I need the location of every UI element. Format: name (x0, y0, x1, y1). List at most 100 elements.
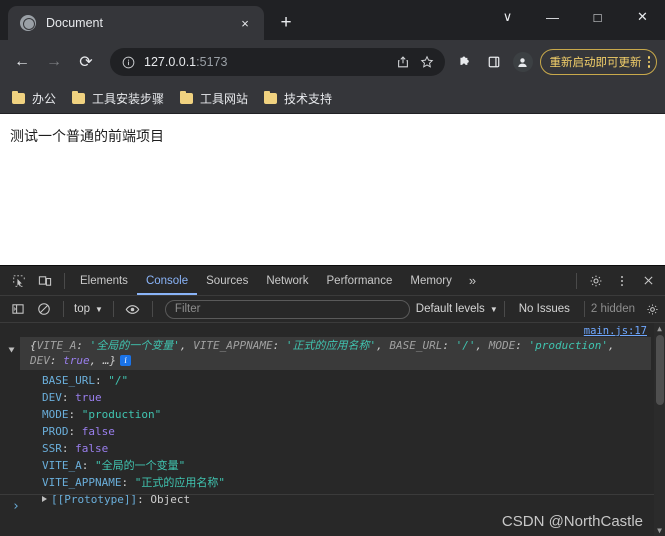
console-scrollbar[interactable]: ▲ ▼ (654, 323, 665, 536)
chevron-down-icon[interactable]: ∨ (485, 0, 530, 34)
property-row[interactable]: DEV: true (42, 389, 665, 406)
property-name: VITE_APPNAME (42, 476, 122, 489)
maximize-icon[interactable]: □ (575, 0, 620, 34)
info-badge-icon[interactable]: i (120, 355, 132, 366)
property-name: BASE_URL (42, 374, 95, 387)
scroll-up-icon[interactable]: ▲ (657, 323, 662, 334)
property-row[interactable]: VITE_APPNAME: "正式的应用名称" (42, 474, 665, 491)
person-icon[interactable] (512, 52, 533, 72)
preview-key: DEV (30, 354, 50, 367)
new-tab-button[interactable]: + (272, 9, 300, 37)
bookmark-label: 工具安装步骤 (92, 92, 165, 106)
close-icon[interactable]: × (236, 14, 254, 32)
divider (583, 301, 585, 317)
divider (151, 301, 153, 317)
property-value: "正式的应用名称" (134, 476, 225, 489)
browser-tab[interactable]: Document × (8, 6, 264, 40)
update-button-label: 重新启动即可更新 (549, 57, 642, 69)
chevron-down-icon[interactable] (8, 347, 15, 353)
scrollbar-thumb[interactable] (655, 335, 664, 405)
gear-icon[interactable] (583, 269, 609, 293)
star-icon[interactable] (415, 50, 439, 74)
window-close-icon[interactable]: ✕ (620, 0, 665, 34)
device-toggle-icon[interactable] (32, 269, 58, 293)
console-output[interactable]: main.js:17 {VITE_A: '全局的一个变量', VITE_APPN… (0, 323, 665, 536)
execution-context-select[interactable]: top ▼ (70, 303, 107, 315)
bookmark-label: 技术支持 (284, 92, 333, 106)
folder-icon (264, 90, 278, 104)
chevron-right-icon[interactable] (42, 496, 47, 502)
tab-sources[interactable]: Sources (197, 266, 257, 295)
log-levels-value: Default levels (415, 303, 485, 315)
close-icon[interactable] (635, 269, 661, 293)
tab-network[interactable]: Network (257, 266, 317, 295)
share-icon[interactable] (391, 50, 415, 74)
property-value: false (75, 442, 109, 455)
issues-status[interactable]: No Issues (511, 303, 578, 315)
hidden-messages-count: 2 hidden (590, 303, 635, 315)
bookmark-item[interactable]: 工具网站 (180, 90, 248, 107)
console-sidebar-icon[interactable] (5, 297, 31, 321)
info-circle-icon[interactable] (120, 54, 136, 70)
preview-ellipsis: … (102, 354, 110, 367)
property-name: DEV (42, 391, 62, 404)
browser-window: Document × + ∨ — □ ✕ ← → ⟳ 127.0.0.1:517… (0, 0, 665, 265)
preview-close-brace: } (109, 354, 117, 367)
inspect-cursor-icon[interactable] (6, 269, 32, 293)
gear-icon[interactable] (639, 297, 665, 321)
source-link[interactable]: main.js:17 (584, 325, 647, 337)
tab-performance[interactable]: Performance (318, 266, 402, 295)
more-tabs-icon[interactable]: » (461, 273, 484, 288)
console-object-preview[interactable]: {VITE_A: '全局的一个变量', VITE_APPNAME: '正式的应用… (8, 337, 651, 370)
back-icon[interactable]: ← (8, 48, 36, 76)
bookmark-item[interactable]: 技术支持 (264, 90, 332, 107)
property-row[interactable]: VITE_A: "全局的一个变量" (42, 457, 665, 474)
minimize-icon[interactable]: — (530, 0, 575, 34)
property-row[interactable]: BASE_URL: "/" (42, 372, 665, 389)
devtools-tabbar-actions (570, 269, 665, 293)
scroll-down-icon[interactable]: ▼ (657, 525, 662, 536)
divider (576, 272, 577, 289)
property-row[interactable]: SSR: false (42, 440, 665, 457)
forward-icon[interactable]: → (40, 48, 68, 76)
url-text: 127.0.0.1:5173 (144, 55, 391, 69)
log-levels-select[interactable]: Default levels ▼ (416, 303, 498, 315)
tab-memory[interactable]: Memory (401, 266, 461, 295)
side-panel-icon[interactable] (481, 49, 507, 75)
folder-icon (12, 90, 25, 104)
tab-elements[interactable]: Elements (71, 266, 137, 295)
bookmark-label: 办公 (32, 92, 57, 106)
console-prompt[interactable]: › (12, 499, 20, 514)
address-bar[interactable]: 127.0.0.1:5173 (110, 48, 445, 76)
tab-title: Document (46, 16, 103, 30)
folder-icon (180, 90, 194, 104)
filter-input[interactable] (164, 299, 410, 319)
more-vertical-icon[interactable] (609, 269, 635, 293)
bookmark-label: 工具网站 (200, 92, 249, 106)
property-name: VITE_A (42, 459, 82, 472)
divider (112, 301, 114, 317)
tab-console[interactable]: Console (137, 266, 197, 295)
property-row[interactable]: MODE: "production" (42, 406, 665, 423)
property-value: "/" (108, 374, 129, 387)
preview-value: '全局的一个变量' (89, 339, 180, 352)
bookmark-item[interactable]: 办公 (12, 90, 56, 107)
property-name: MODE (42, 408, 69, 421)
live-expression-icon[interactable] (120, 297, 146, 321)
tab-strip: Document × + ∨ — □ ✕ (0, 0, 665, 40)
property-value: "production" (81, 408, 162, 421)
update-button[interactable]: 重新启动即可更新 (539, 49, 657, 75)
devtools-panel: Elements Console Sources Network Perform… (0, 265, 665, 536)
execution-context-value: top (74, 303, 90, 315)
reload-icon[interactable]: ⟳ (72, 48, 100, 76)
bookmark-item[interactable]: 工具安装步骤 (72, 90, 164, 107)
preview-key: MODE (488, 339, 516, 352)
property-row[interactable]: PROD: false (42, 423, 665, 440)
console-filter-bar: top ▼ Default levels ▼ No Issues 2 hidde… (0, 296, 665, 323)
puzzle-icon[interactable] (453, 49, 479, 75)
preview-key: VITE_A (36, 339, 77, 352)
divider (503, 301, 505, 317)
more-vertical-icon[interactable] (647, 56, 650, 68)
bookmarks-bar: 办公 工具安装步骤 工具网站 技术支持 (0, 84, 665, 114)
clear-console-icon[interactable] (31, 297, 57, 321)
